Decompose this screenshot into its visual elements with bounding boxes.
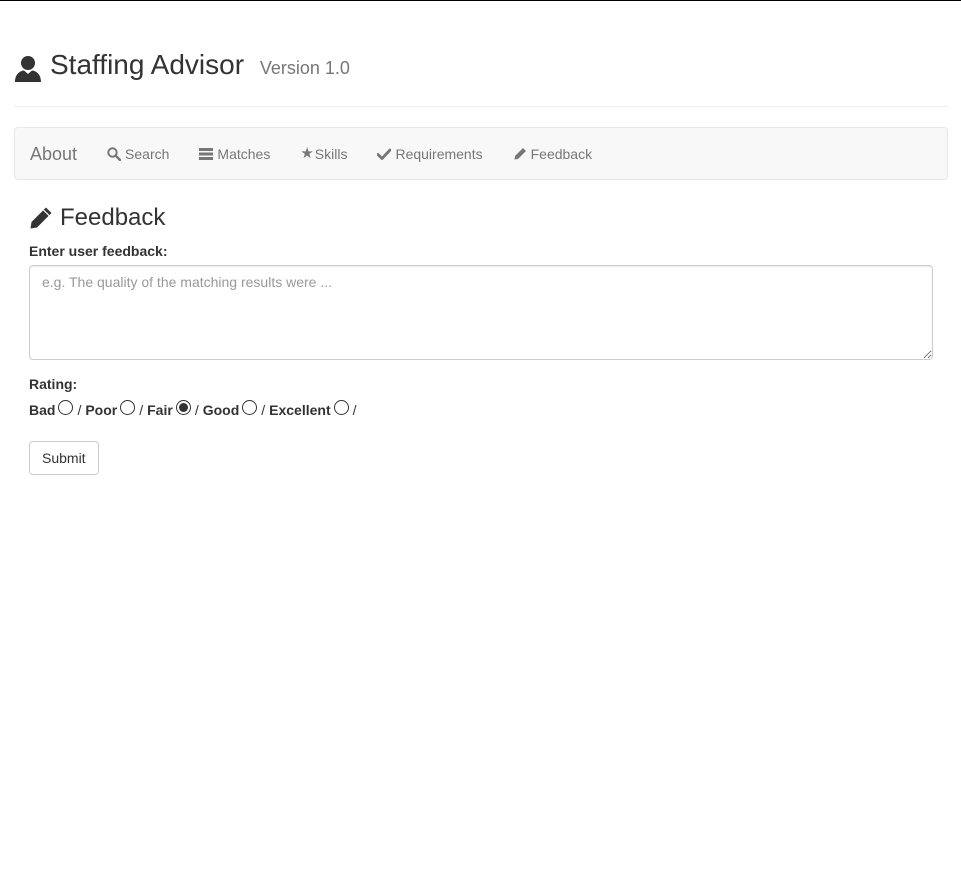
rating-option-label: Poor: [85, 401, 118, 418]
nav-item-search[interactable]: Search: [92, 129, 184, 179]
rating-options: Bad / Poor / Fair / Good / Excellent /: [29, 400, 933, 419]
nav-item-skills-label: Skills: [314, 145, 348, 162]
rating-radio-bad[interactable]: [58, 400, 74, 415]
nav-item-feedback[interactable]: Feedback: [498, 129, 607, 179]
header-title-row: Staffing Advisor Version 1.0: [14, 45, 948, 85]
nav-item-requirements[interactable]: Requirements: [362, 129, 497, 179]
nav-about-link[interactable]: About: [15, 129, 92, 179]
section-title: Feedback: [29, 201, 933, 235]
submit-button[interactable]: Submit: [29, 441, 99, 475]
app-version: Version 1.0: [259, 58, 350, 78]
rating-option-label: Bad: [29, 401, 56, 418]
nav-item-skills[interactable]: ★ Skills: [285, 129, 362, 179]
pencil-icon: [30, 207, 52, 229]
app-title-text: Staffing Advisor: [50, 49, 245, 80]
rating-option-bad: Bad /: [29, 400, 85, 419]
rating-radio-poor[interactable]: [120, 400, 136, 415]
search-icon: [107, 146, 122, 161]
rating-radio-good[interactable]: [242, 400, 258, 415]
rating-separator: /: [139, 401, 144, 418]
section-title-text: Feedback: [60, 204, 166, 231]
rating-label: Rating:: [29, 376, 78, 392]
rating-separator: /: [194, 401, 199, 418]
rating-option-fair: Fair /: [147, 400, 203, 419]
user-icon: [15, 56, 41, 82]
rating-option-good: Good /: [203, 400, 269, 419]
nav-item-feedback-label: Feedback: [530, 145, 593, 162]
rating-option-poor: Poor /: [85, 400, 147, 419]
rating-separator: /: [352, 401, 357, 418]
rating-separator: /: [261, 401, 266, 418]
nav-items: Search Matches ★ Skills Requirements Fee…: [92, 129, 607, 179]
rating-option-label: Good: [202, 401, 240, 418]
rating-option-label: Excellent: [269, 401, 331, 418]
nav-item-matches-label: Matches: [217, 145, 271, 162]
list-icon: [199, 147, 214, 161]
rating-option-excellent: Excellent /: [269, 400, 360, 419]
rating-radio-fair[interactable]: [175, 400, 191, 415]
rating-option-label: Fair: [147, 401, 173, 418]
nav-item-matches[interactable]: Matches: [184, 129, 285, 179]
feedback-textarea[interactable]: [29, 265, 933, 360]
nav-item-search-label: Search: [125, 145, 170, 162]
rating-separator: /: [77, 401, 82, 418]
feedback-input-label: Enter user feedback:: [29, 243, 168, 259]
feedback-section: Feedback Enter user feedback: Rating: Ba…: [29, 201, 933, 475]
navbar: About Search Matches ★ Skills Requiremen…: [14, 127, 948, 180]
nav-item-requirements-label: Requirements: [395, 145, 483, 162]
rating-radio-excellent[interactable]: [333, 400, 349, 415]
pencil-icon: [513, 147, 527, 161]
star-icon: ★: [300, 144, 314, 162]
check-icon: [377, 147, 392, 161]
page-header: Staffing Advisor Version 1.0: [14, 45, 948, 107]
app-title: Staffing Advisor Version 1.0: [50, 45, 350, 88]
